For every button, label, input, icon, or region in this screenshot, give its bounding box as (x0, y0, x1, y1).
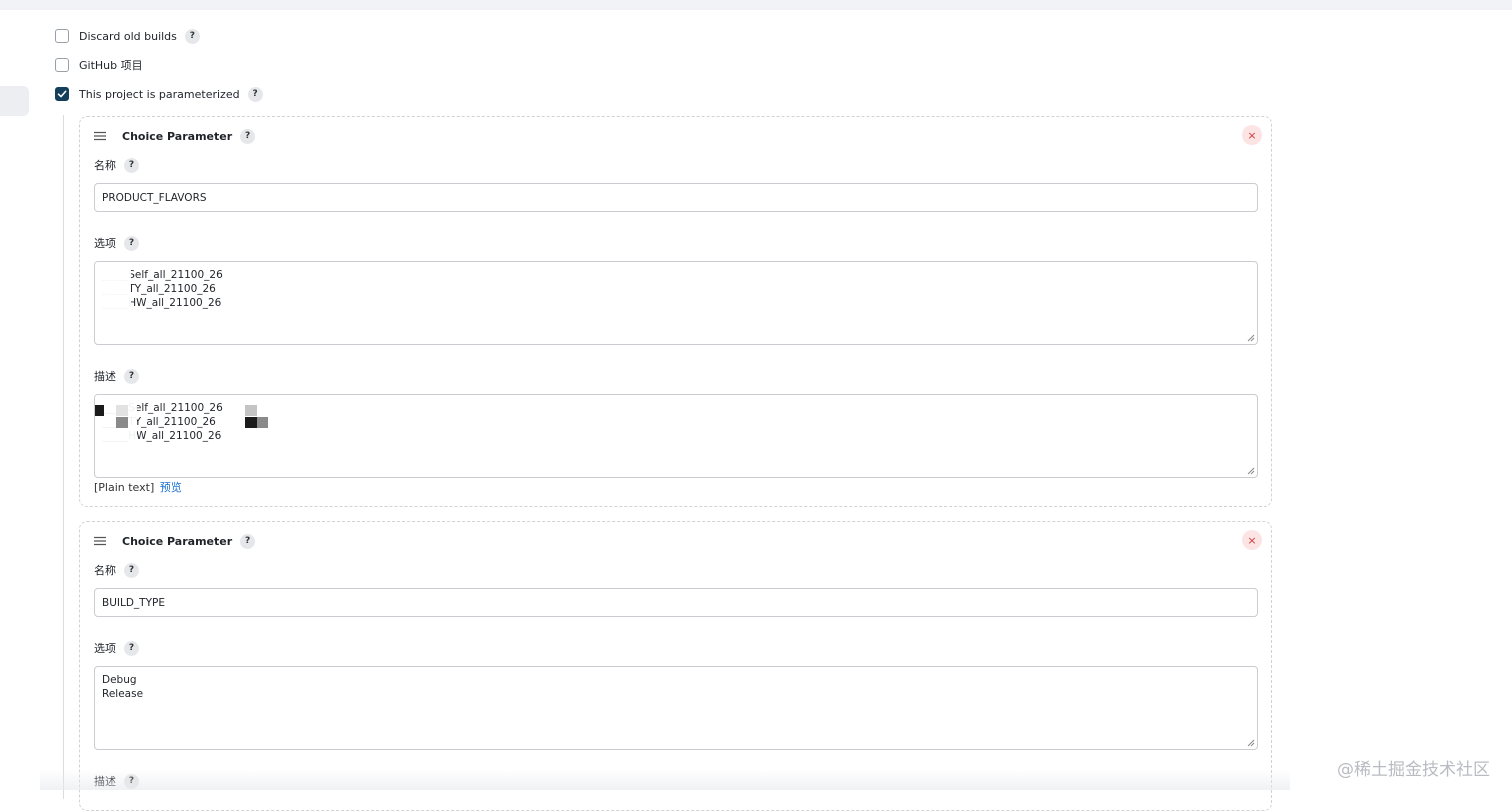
description-label: 描述 (94, 370, 116, 383)
help-icon[interactable]: ? (240, 533, 256, 549)
delete-parameter-button[interactable]: × (1242, 530, 1262, 550)
github-project-checkbox[interactable] (55, 58, 69, 72)
help-icon[interactable]: ? (124, 157, 139, 173)
resize-grip-icon[interactable] (1247, 467, 1255, 475)
resize-grip-icon[interactable] (1247, 739, 1255, 747)
description-textarea[interactable]: _____Self_all_21100_26 _____TY_all_21100… (94, 394, 1258, 478)
github-project-label: GitHub 项目 (79, 59, 143, 72)
choice-line: Debug (102, 674, 137, 686)
discard-old-builds-option[interactable]: Discard old builds ? (55, 27, 200, 45)
delete-parameter-button[interactable]: × (1242, 125, 1262, 145)
parameterized-option[interactable]: This project is parameterized ? (55, 85, 263, 103)
redaction-mask (116, 417, 128, 428)
choices-textarea[interactable]: _____Self_all_21100_26 _____TY_all_21100… (94, 261, 1258, 345)
help-icon[interactable]: ? (240, 128, 256, 144)
choice-parameter-card: Choice Parameter ? × 名称 ? BUILD_TYPE 选项 … (79, 521, 1272, 811)
name-label-row: 名称 ? (94, 562, 139, 578)
description-line: _____HW_all_21100_26 (102, 430, 222, 442)
description-label-row: 描述 ? (94, 368, 139, 384)
sidebar-tab[interactable] (0, 86, 29, 116)
plain-text-label: [Plain text] (94, 481, 155, 494)
help-icon[interactable]: ? (247, 86, 263, 102)
redaction-mask (95, 262, 131, 312)
redaction-mask (257, 417, 268, 428)
choice-line: Release (102, 688, 144, 700)
top-bar (0, 0, 1512, 10)
drag-handle-icon[interactable] (94, 536, 106, 546)
close-icon: × (1247, 128, 1257, 142)
drag-handle-icon[interactable] (94, 131, 106, 141)
choices-label: 选项 (94, 642, 116, 655)
help-icon[interactable]: ? (124, 368, 139, 384)
parameterized-checkbox[interactable] (55, 87, 69, 101)
parameterized-label: This project is parameterized (79, 87, 240, 101)
choice-line: _____Self_all_21100_26 (102, 269, 223, 281)
format-row: [Plain text] 预览 (94, 479, 182, 495)
name-label: 名称 (94, 159, 116, 172)
github-project-option[interactable]: GitHub 项目 (55, 56, 143, 74)
help-icon[interactable]: ? (124, 562, 139, 578)
help-icon[interactable]: ? (124, 235, 139, 251)
redaction-mask (116, 405, 128, 416)
choice-parameter-card: Choice Parameter ? × 名称 ? PRODUCT_FLAVOR… (79, 116, 1272, 507)
section-indent-line (63, 115, 64, 799)
redaction-mask (245, 417, 257, 428)
name-input[interactable]: BUILD_TYPE (94, 588, 1258, 617)
help-icon[interactable]: ? (124, 640, 139, 656)
choices-label-row: 选项 ? (94, 235, 139, 251)
parameter-header: Choice Parameter ? (94, 127, 256, 145)
preview-link[interactable]: 预览 (160, 481, 182, 494)
choices-label: 选项 (94, 237, 116, 250)
close-icon: × (1247, 533, 1257, 547)
watermark: @稀土掘金技术社区 (1337, 760, 1490, 780)
discard-old-builds-label: Discard old builds (79, 29, 177, 43)
name-label: 名称 (94, 564, 116, 577)
help-icon[interactable]: ? (184, 28, 200, 44)
description-line: _____Self_all_21100_26 (102, 402, 223, 414)
choices-textarea[interactable]: Debug Release (94, 666, 1258, 750)
choices-label-row: 选项 ? (94, 640, 139, 656)
bottom-fade (40, 770, 1290, 790)
redaction-mask (245, 405, 257, 416)
checkmark-icon (57, 90, 67, 98)
discard-old-builds-checkbox[interactable] (55, 29, 69, 43)
name-input[interactable]: PRODUCT_FLAVORS (94, 183, 1258, 212)
redaction-mask (95, 405, 104, 416)
choice-line: _____TY_all_21100_26 (102, 283, 216, 295)
parameter-title: Choice Parameter (122, 129, 233, 143)
name-label-row: 名称 ? (94, 157, 139, 173)
parameter-title: Choice Parameter (122, 534, 233, 548)
description-line: _____TY_all_21100_26 (102, 416, 216, 428)
resize-grip-icon[interactable] (1247, 334, 1255, 342)
choice-line: _____HW_all_21100_26 (102, 297, 222, 309)
parameter-header: Choice Parameter ? (94, 532, 256, 550)
